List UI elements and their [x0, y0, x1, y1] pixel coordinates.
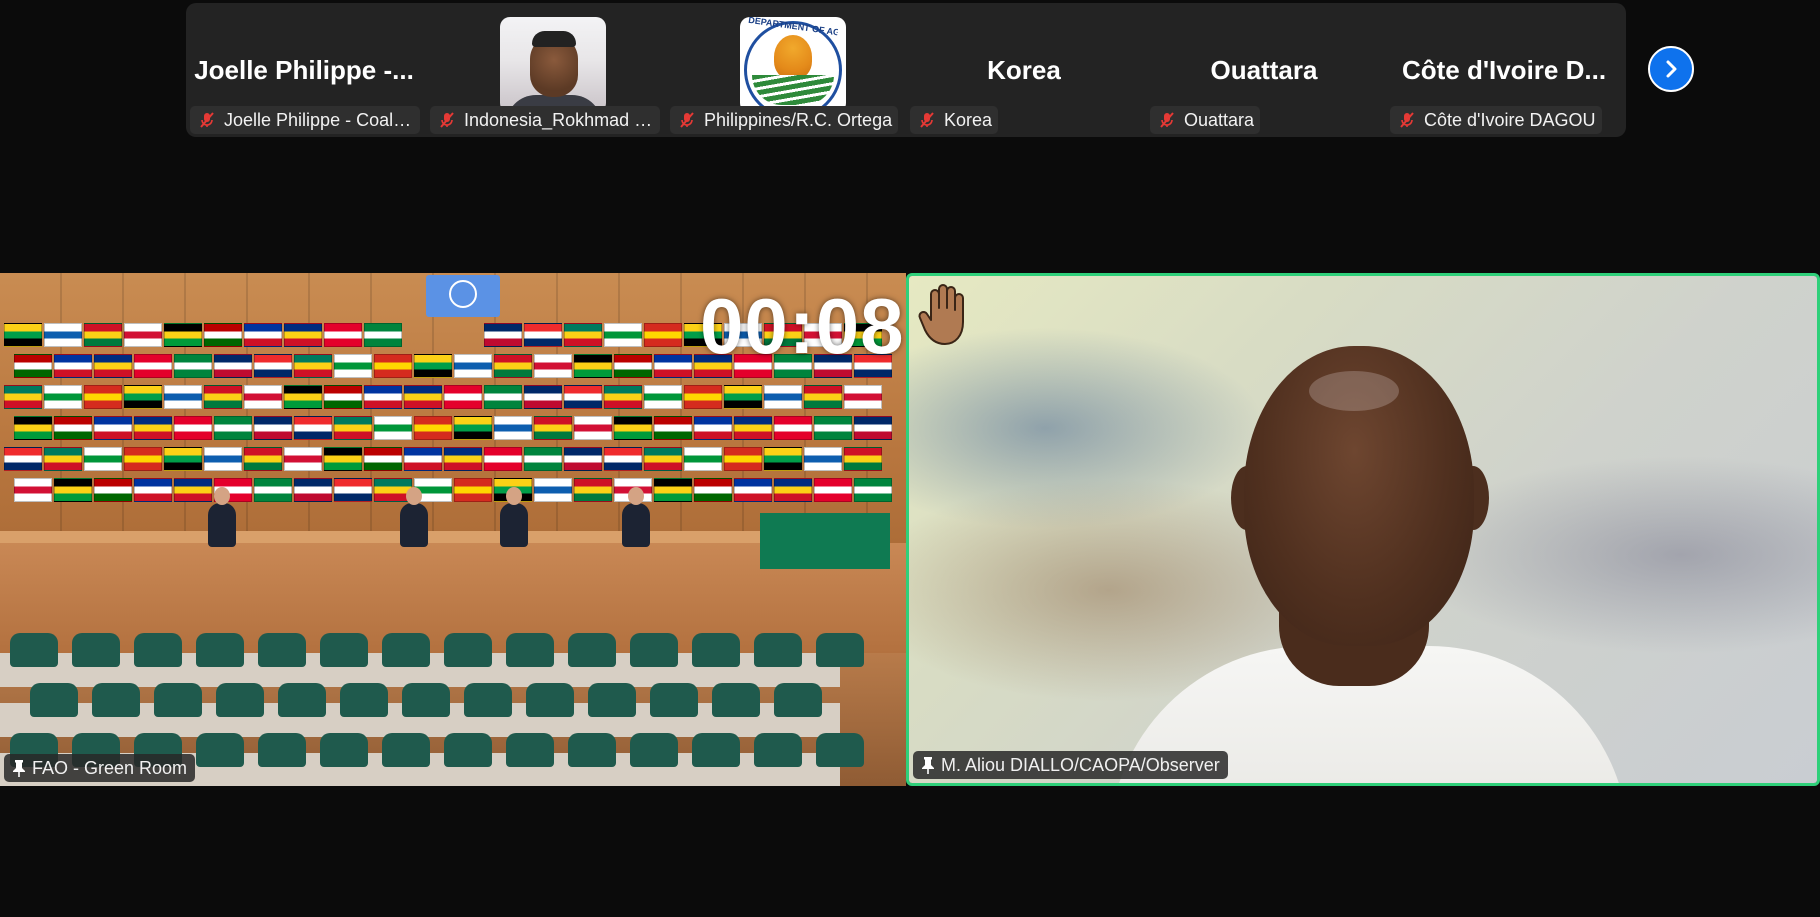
- pin-icon: [13, 760, 25, 777]
- participant-name: Korea: [944, 110, 993, 130]
- microphone-muted-icon: [920, 112, 934, 128]
- participant-logo: DEPARTMENT OF AGRICULTURE: [740, 17, 846, 113]
- participant-tile[interactable]: Côte d'Ivoire D... Côte d'Ivoire DAGOU: [1386, 3, 1622, 137]
- microphone-muted-icon: [1160, 112, 1174, 128]
- participant-name-tag: Philippines/R.C. Ortega: [670, 106, 899, 134]
- participant-name-tag: Indonesia_Rokhmad R...: [430, 106, 660, 134]
- participant-tile[interactable]: Ouattara Ouattara: [1146, 3, 1382, 137]
- participant-display-name: Côte d'Ivoire D...: [1401, 55, 1607, 85]
- participant-name-tag: Korea: [910, 106, 999, 134]
- participant-tile[interactable]: Indonesia_Rokhmad R...: [426, 3, 662, 137]
- participant-display-name: Korea: [987, 55, 1061, 85]
- microphone-muted-icon: [680, 112, 694, 128]
- participant-name: Ouattara: [1184, 110, 1255, 130]
- video-name-tag: M. Aliou DIALLO/CAOPA/Observer: [913, 751, 1228, 779]
- microphone-muted-icon: [1400, 112, 1414, 128]
- un-emblem-icon: [426, 275, 500, 317]
- microphone-muted-icon: [440, 112, 454, 128]
- chevron-right-icon: [1666, 60, 1677, 78]
- next-page-button[interactable]: [1648, 46, 1694, 92]
- raised-hand-icon: [918, 284, 964, 345]
- video-name: FAO - Green Room: [32, 758, 188, 778]
- video-name: M. Aliou DIALLO/CAOPA/Observer: [941, 755, 1220, 775]
- meeting-timer: 00:08: [700, 282, 905, 370]
- participant-name: Indonesia_Rokhmad R...: [464, 110, 660, 130]
- main-video-right[interactable]: M. Aliou DIALLO/CAOPA/Observer: [906, 273, 1820, 786]
- participant-name-tag: Ouattara: [1150, 106, 1261, 134]
- participant-name: Philippines/R.C. Ortega: [704, 110, 893, 130]
- participant-strip: Joelle Philippe -... Joelle Philippe - C…: [186, 3, 1626, 137]
- main-video-left[interactable]: 00:08 FAO - Green Room: [0, 273, 906, 786]
- participant-display-name: Ouattara: [1210, 55, 1318, 85]
- participant-video: [500, 17, 606, 113]
- pin-icon: [922, 757, 934, 774]
- participant-tile[interactable]: Joelle Philippe -... Joelle Philippe - C…: [186, 3, 422, 137]
- microphone-muted-icon: [200, 112, 214, 128]
- participant-display-name: Joelle Philippe -...: [194, 55, 414, 85]
- participant-tile[interactable]: DEPARTMENT OF AGRICULTURE Philippines/R.…: [666, 3, 902, 137]
- video-name-tag: FAO - Green Room: [4, 754, 196, 782]
- participant-tile[interactable]: Korea Korea: [906, 3, 1142, 137]
- participant-name-tag: Côte d'Ivoire DAGOU: [1390, 106, 1602, 134]
- participant-name: Joelle Philippe - Coalit...: [224, 110, 418, 130]
- participant-name: Côte d'Ivoire DAGOU: [1424, 110, 1596, 130]
- participant-name-tag: Joelle Philippe - Coalit...: [190, 106, 420, 134]
